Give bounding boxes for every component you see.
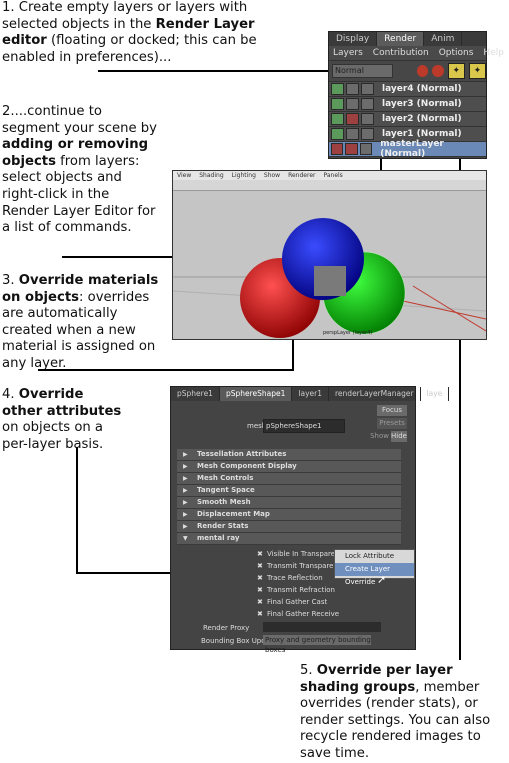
section-tessellation[interactable]: Tessellation Attributes: [177, 449, 401, 461]
tab-psphereshape1[interactable]: pSphereShape1: [219, 387, 293, 401]
note-1: 1. Create empty layers or layers with se…: [2, 0, 257, 65]
render-settings-icon[interactable]: [416, 65, 429, 77]
viewport-toolbar: [173, 180, 486, 191]
recycle-icon[interactable]: [346, 83, 359, 95]
new-layer-icon[interactable]: ✦: [447, 63, 465, 79]
menu-view[interactable]: View: [177, 171, 191, 180]
render-proxy-label: Render Proxy: [203, 624, 250, 632]
menu-help[interactable]: Help: [483, 46, 504, 60]
tab-render[interactable]: Render: [377, 32, 425, 46]
ae-header: mesh: pSphereShape1 Focus Presets Show H…: [171, 401, 415, 449]
layer-row[interactable]: layer2 (Normal): [329, 112, 486, 127]
section-render-stats[interactable]: Render Stats: [177, 521, 401, 533]
menu-shading[interactable]: Shading: [199, 171, 223, 180]
recycle-icon[interactable]: [432, 65, 444, 77]
menu-panels[interactable]: Panels: [323, 171, 342, 180]
tab-psphere1[interactable]: pSphere1: [171, 387, 220, 401]
renderable-icon[interactable]: [331, 143, 344, 155]
rle-tabs: Display Render Anim: [329, 32, 486, 46]
context-menu: Lock Attribute Create Layer Override: [334, 549, 415, 586]
3d-viewport[interactable]: View Shading Lighting Show Renderer Pane…: [172, 170, 487, 340]
menu-layers[interactable]: Layers: [333, 46, 363, 60]
viewport-scene: perspLayer (layer4): [173, 218, 486, 338]
presets-button[interactable]: Presets: [377, 418, 407, 429]
note-4: 4. Override other attributes on objects …: [2, 387, 122, 452]
new-layer-selected-icon[interactable]: ✦: [468, 63, 486, 79]
viewport-menubar: View Shading Lighting Show Renderer Pane…: [173, 171, 486, 180]
layer-row[interactable]: masterLayer (Normal): [329, 139, 486, 159]
tab-display[interactable]: Display: [329, 32, 378, 46]
menu-contribution[interactable]: Contribution: [373, 46, 429, 60]
menu-lighting[interactable]: Lighting: [232, 171, 256, 180]
section-mesh-component-display[interactable]: Mesh Component Display: [177, 461, 401, 473]
checkbox-final-gather-cast[interactable]: Final Gather Cast: [171, 596, 415, 608]
tab-laye[interactable]: laye: [421, 387, 450, 401]
tab-anim[interactable]: Anim: [424, 32, 463, 46]
bounding-box-dropdown[interactable]: Proxy and geometry bounding boxes: [263, 635, 371, 654]
render-settings-icon[interactable]: [361, 113, 374, 125]
render-proxy-field[interactable]: [263, 622, 381, 632]
mouse-cursor-icon: ➚: [377, 573, 387, 586]
mesh-name-field[interactable]: pSphereShape1: [263, 419, 345, 433]
render-layer-editor: Display Render Anim Layers Contribution …: [328, 31, 504, 159]
renderable-icon[interactable]: [331, 128, 344, 140]
layer-row[interactable]: layer4 (Normal): [329, 82, 486, 97]
menu-item-create-layer-override[interactable]: Create Layer Override: [335, 563, 414, 586]
note-3: 3. Override materials on objects: overri…: [2, 273, 159, 371]
leader-line-4a: [76, 447, 78, 574]
render-settings-icon[interactable]: [361, 83, 374, 95]
tab-renderlayermanager[interactable]: renderLayerManager: [329, 387, 421, 401]
render-settings-icon[interactable]: [359, 143, 373, 155]
hide-button[interactable]: Hide: [391, 431, 407, 442]
menu-options[interactable]: Options: [439, 46, 474, 60]
ae-tabs: pSphere1 pSphereShape1 layer1 renderLaye…: [171, 387, 450, 401]
note-2: 2....continue to segment your scene by a…: [2, 104, 157, 236]
leader-line-3a: [38, 369, 294, 371]
gray-cube[interactable]: [314, 266, 346, 296]
section-tangent-space[interactable]: Tangent Space: [177, 485, 401, 497]
focus-button[interactable]: Focus: [377, 405, 407, 416]
renderable-icon[interactable]: [331, 83, 344, 95]
render-settings-icon[interactable]: [361, 128, 374, 140]
attribute-editor: pSphere1 pSphereShape1 layer1 renderLaye…: [170, 386, 450, 654]
blend-mode-dropdown[interactable]: Normal: [332, 64, 393, 78]
section-smooth-mesh[interactable]: Smooth Mesh: [177, 497, 401, 509]
section-mesh-controls[interactable]: Mesh Controls: [177, 473, 401, 485]
menu-item-lock-attribute[interactable]: Lock Attribute: [335, 550, 414, 563]
rle-toolbar: Normal ✦ ✦: [329, 61, 486, 82]
menu-show[interactable]: Show: [264, 171, 280, 180]
recycle-icon[interactable]: [346, 113, 359, 125]
viewport-label: perspLayer (layer4): [323, 330, 372, 336]
menu-renderer[interactable]: Renderer: [288, 171, 315, 180]
render-settings-icon[interactable]: [361, 98, 374, 110]
checkbox-final-gather-receive[interactable]: Final Gather Receive: [171, 608, 415, 620]
renderable-icon[interactable]: [331, 113, 344, 125]
layer-row[interactable]: layer3 (Normal): [329, 97, 486, 112]
recycle-icon[interactable]: [346, 98, 359, 110]
renderable-icon[interactable]: [331, 98, 344, 110]
section-displacement-map[interactable]: Displacement Map: [177, 509, 401, 521]
note-5: 5. Override per layer shading groups, me…: [300, 663, 491, 761]
tab-layer1[interactable]: layer1: [292, 387, 330, 401]
section-mental-ray[interactable]: mental ray: [177, 533, 401, 545]
show-button[interactable]: Show: [370, 432, 389, 440]
rle-menubar: Layers Contribution Options Help: [329, 46, 504, 61]
recycle-icon[interactable]: [345, 143, 358, 155]
recycle-icon[interactable]: [346, 128, 359, 140]
